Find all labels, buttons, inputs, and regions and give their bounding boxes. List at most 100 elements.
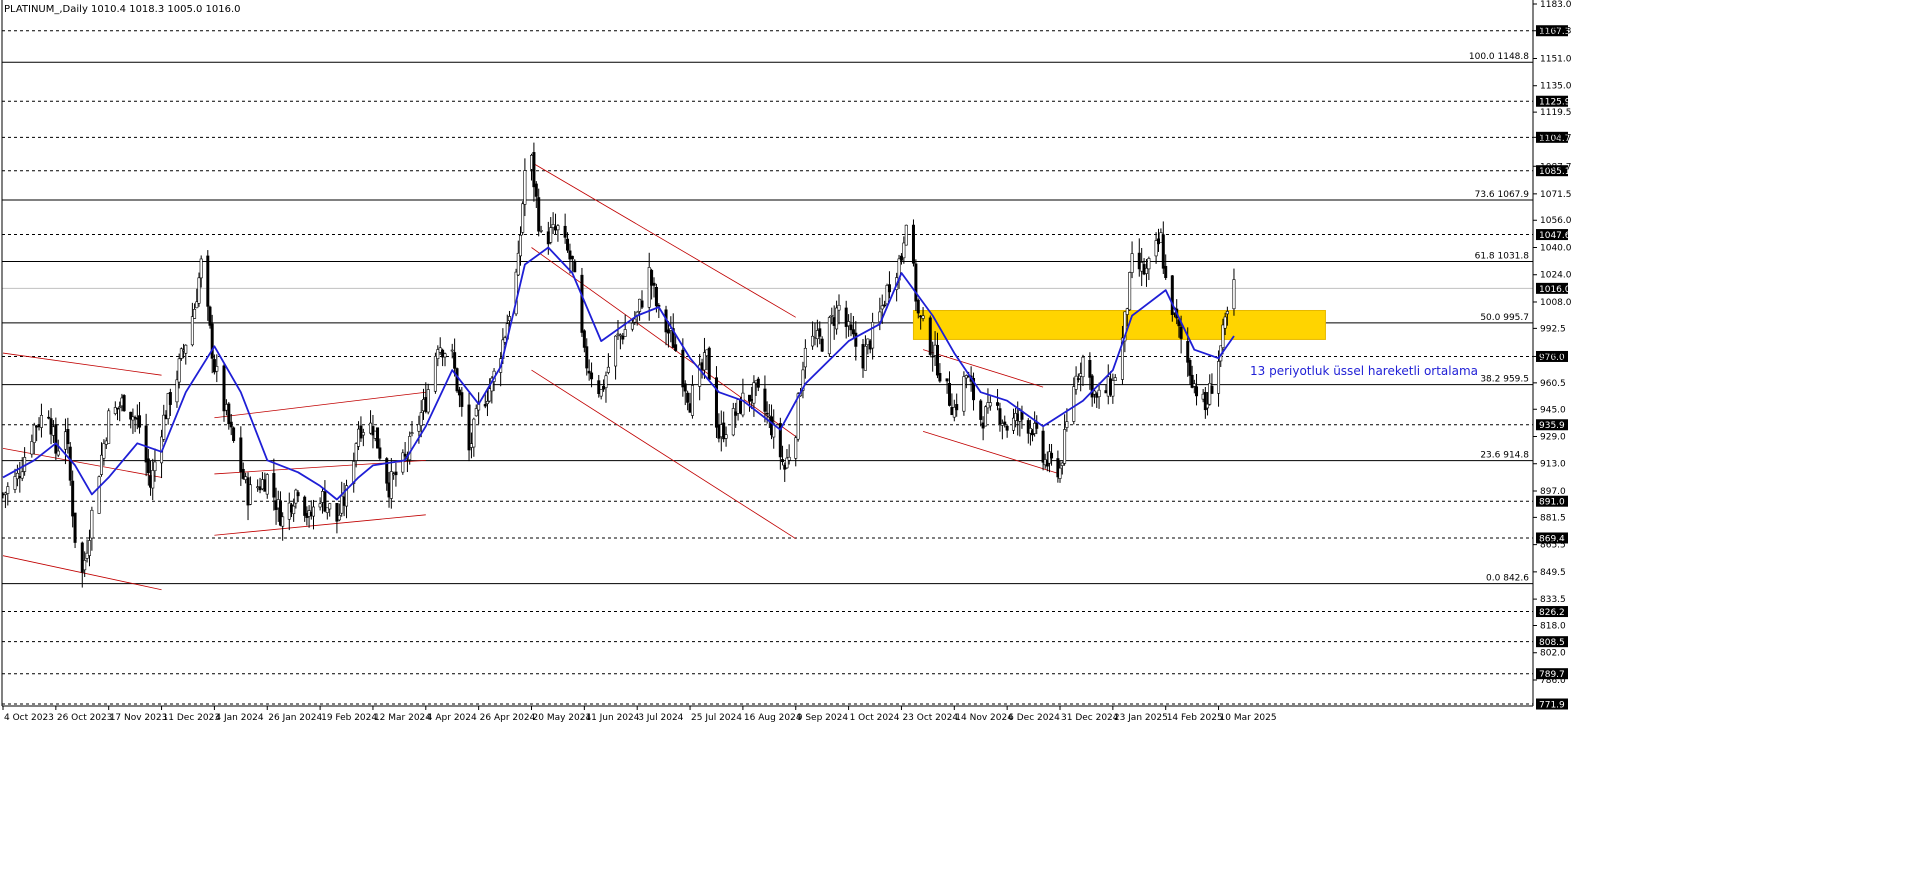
candle-body — [340, 495, 344, 514]
candle-body — [516, 252, 520, 276]
candle-body — [714, 377, 718, 428]
candle-body — [39, 415, 43, 428]
candle-body — [1217, 361, 1221, 394]
candle-body — [537, 197, 541, 232]
candle-body — [455, 368, 459, 392]
candle-body — [239, 437, 243, 473]
candle-body — [638, 298, 642, 312]
candle-body — [988, 402, 992, 407]
candle-body — [794, 437, 798, 459]
candle-body — [919, 315, 923, 318]
candle-body — [107, 410, 111, 444]
candle-body — [54, 424, 58, 454]
candle-body — [49, 418, 53, 435]
candle-body — [80, 542, 84, 573]
y-tick-label: 1151.0 — [1540, 54, 1572, 64]
x-tick-label: 3 Jul 2024 — [638, 713, 683, 723]
candle-body — [1088, 360, 1092, 378]
candle-body — [3, 492, 7, 495]
x-tick-label: 4 Oct 2023 — [4, 713, 54, 723]
candle-body — [931, 355, 935, 358]
y-tick-label: 1119.5 — [1540, 108, 1572, 118]
candle-body — [318, 503, 322, 508]
candle-body — [717, 424, 721, 439]
y-tick-label: 1183.0 — [1540, 0, 1572, 10]
candle-body — [847, 321, 851, 327]
candle-body — [483, 404, 487, 407]
fib-level-label: 38.2 959.5 — [1480, 375, 1529, 385]
candle-body — [1164, 266, 1168, 278]
candle-body — [955, 404, 959, 411]
candle-body — [1154, 240, 1158, 257]
x-tick-label: 26 Jan 2024 — [268, 713, 322, 723]
candle-body — [369, 422, 373, 434]
candle-body — [469, 443, 473, 448]
candle-body — [1050, 452, 1054, 459]
candle-body — [118, 406, 122, 409]
candle-body — [263, 479, 267, 492]
candle-body — [752, 382, 756, 404]
x-tick-label: 31 Dec 2024 — [1061, 713, 1119, 723]
candle-body — [193, 309, 197, 319]
candle-body — [1142, 264, 1146, 275]
candle-body — [227, 403, 231, 425]
candle-body — [453, 352, 457, 369]
x-tick-label: 12 Mar 2024 — [374, 713, 431, 723]
candle-body — [630, 322, 634, 330]
support-zone-rect — [912, 309, 1326, 340]
candle-body — [532, 152, 536, 188]
y-tick-label: 976.0 — [1540, 352, 1566, 362]
candle-body — [30, 441, 34, 455]
candle-body — [1159, 232, 1163, 243]
y-tick-label: 1104.7 — [1540, 133, 1572, 143]
candle-body — [1074, 375, 1078, 390]
candle-body — [674, 344, 678, 351]
candle-body — [408, 436, 412, 461]
candle-body — [378, 447, 382, 459]
x-tick-label: 17 Nov 2023 — [110, 713, 168, 723]
price-level-label: 826.2 — [1539, 608, 1565, 618]
candle-body — [212, 359, 216, 373]
candle-body — [13, 476, 17, 490]
candle-body — [32, 424, 36, 443]
candle-body — [640, 300, 644, 308]
candle-body — [265, 474, 269, 495]
y-tick-label: 818.0 — [1540, 622, 1566, 632]
candle-body — [441, 349, 445, 358]
x-tick-label: 11 Dec 2023 — [163, 713, 221, 723]
y-tick-label: 1087.7 — [1540, 162, 1572, 172]
candle-body — [602, 385, 606, 390]
candle-body — [998, 408, 1002, 425]
candle-body — [705, 349, 709, 357]
candle-body — [614, 335, 618, 367]
candle-body — [935, 344, 939, 376]
candle-body — [87, 540, 91, 556]
candle-body — [880, 305, 884, 310]
fib-level-label: 50.0 995.7 — [1480, 313, 1529, 323]
candle-body — [433, 356, 437, 392]
x-tick-label: 6 Dec 2024 — [1008, 713, 1060, 723]
candle-body — [63, 431, 67, 450]
candle-body — [688, 403, 692, 413]
candle-body — [1144, 267, 1148, 274]
candle-body — [947, 382, 951, 406]
candle-body — [868, 340, 872, 350]
candle-body — [1128, 272, 1132, 311]
candle-body — [474, 408, 478, 417]
candle-body — [554, 226, 558, 231]
y-tick-label: 833.5 — [1540, 595, 1566, 605]
candle-body — [229, 421, 233, 428]
price-level-label: 1125.9 — [1539, 98, 1571, 108]
price-level-label: 1047.6 — [1539, 231, 1571, 241]
candle-body — [485, 400, 489, 405]
candle-body — [359, 425, 363, 439]
candle-body — [827, 317, 831, 355]
support-zone — [912, 309, 1326, 340]
candle-body — [1195, 386, 1199, 397]
candle-body — [1232, 279, 1236, 310]
y-tick-label: 1056.0 — [1540, 216, 1572, 226]
candle-body — [197, 277, 201, 304]
candle-body — [724, 434, 728, 439]
y-tick-label: 992.5 — [1540, 324, 1566, 334]
y-tick-label: 897.0 — [1540, 487, 1566, 497]
